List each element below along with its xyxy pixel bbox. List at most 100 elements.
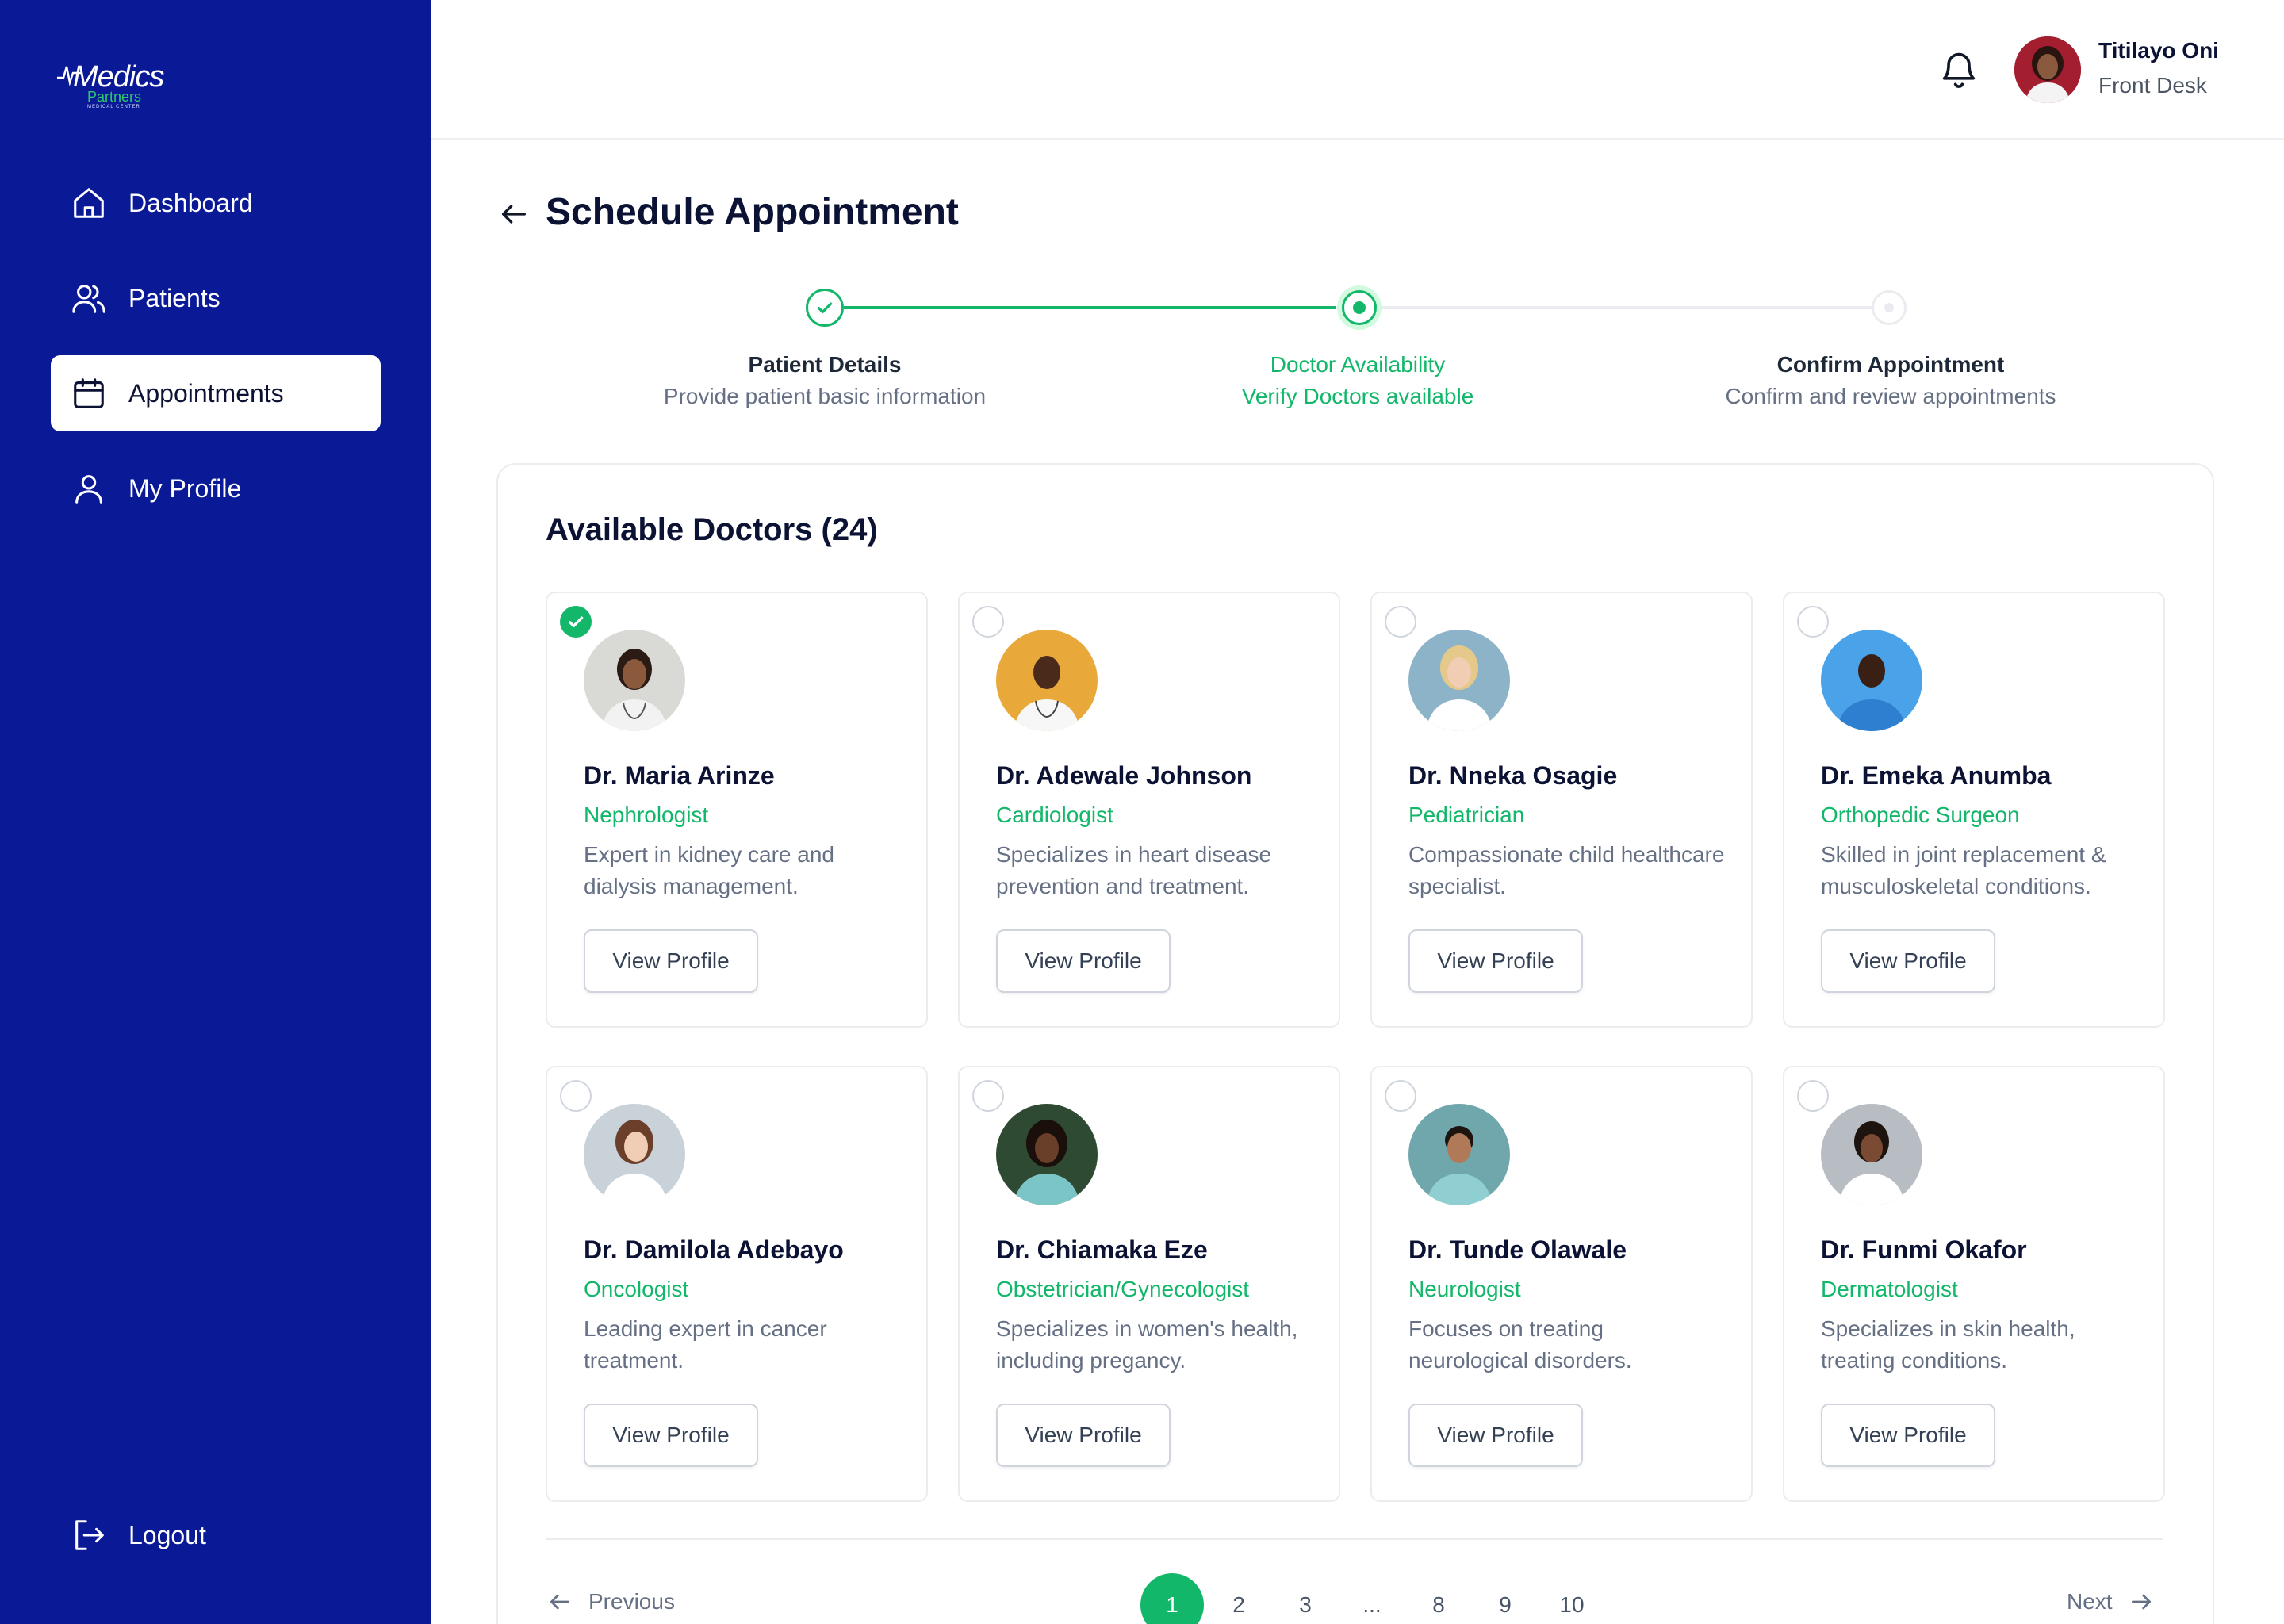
user-avatar[interactable] bbox=[2014, 36, 2081, 103]
view-profile-button[interactable]: View Profile bbox=[996, 929, 1171, 993]
view-profile-button[interactable]: View Profile bbox=[996, 1404, 1171, 1467]
select-radio[interactable] bbox=[972, 1080, 1004, 1112]
sidebar-item-appointments[interactable]: Appointments bbox=[51, 355, 381, 431]
doctor-photo bbox=[1408, 630, 1510, 731]
page-button[interactable]: 8 bbox=[1407, 1573, 1470, 1624]
page-ellipsis: ... bbox=[1362, 1592, 1382, 1617]
sidebar-item-label: My Profile bbox=[128, 473, 242, 503]
brand-tagline: MEDICAL CENTER bbox=[87, 105, 140, 109]
stepper-line-pending bbox=[1377, 306, 1875, 309]
previous-button[interactable]: Previous bbox=[547, 1589, 675, 1614]
page-button[interactable]: 10 bbox=[1540, 1573, 1604, 1624]
doctor-card[interactable]: Dr. Maria Arinze Nephrologist Expert in … bbox=[546, 592, 928, 1028]
sidebar-item-label: Patients bbox=[128, 283, 220, 312]
page-button[interactable]: 9 bbox=[1473, 1573, 1537, 1624]
doctor-photo bbox=[1821, 1104, 1922, 1205]
doctor-specialty: Obstetrician/Gynecologist bbox=[996, 1277, 1250, 1301]
selected-check-icon[interactable] bbox=[560, 606, 592, 638]
logout-button[interactable]: Logout bbox=[51, 1497, 381, 1573]
doctor-photo bbox=[996, 1104, 1098, 1205]
doctor-description: Skilled in joint replacement & musculosk… bbox=[1821, 842, 2106, 898]
doctor-card[interactable]: Dr. Chiamaka Eze Obstetrician/Gynecologi… bbox=[958, 1066, 1340, 1502]
select-radio[interactable] bbox=[560, 1080, 592, 1112]
logout-label: Logout bbox=[128, 1520, 206, 1549]
select-radio[interactable] bbox=[1797, 606, 1829, 638]
brand-sub: Partners bbox=[87, 89, 142, 105]
home-icon bbox=[70, 184, 108, 222]
select-radio[interactable] bbox=[1385, 1080, 1416, 1112]
page-button[interactable]: 1 bbox=[1140, 1573, 1204, 1624]
doctor-name: Dr. Damilola Adebayo bbox=[584, 1235, 844, 1264]
step-3-desc: Confirm and review appointments bbox=[1725, 384, 2056, 408]
next-button[interactable]: Next bbox=[2067, 1589, 2154, 1614]
page-numbers: 1 2 3 ... 8 9 10 bbox=[1140, 1573, 1607, 1624]
doctor-description: Specializes in women's health, including… bbox=[996, 1316, 1298, 1373]
doctor-specialty: Oncologist bbox=[584, 1277, 689, 1301]
doctor-name: Dr. Emeka Anumba bbox=[1821, 761, 2052, 790]
doctor-card[interactable]: Dr. Tunde Olawale Neurologist Focuses on… bbox=[1370, 1066, 1753, 1502]
bell-icon[interactable] bbox=[1938, 48, 1983, 92]
step-1-check-icon bbox=[806, 289, 844, 327]
arrow-right-icon bbox=[2129, 1589, 2154, 1614]
step-1-title: Patient Details bbox=[748, 352, 902, 377]
available-doctors-title: Available Doctors (24) bbox=[546, 512, 878, 547]
view-profile-button[interactable]: View Profile bbox=[584, 1404, 758, 1467]
doctor-photo bbox=[1821, 630, 1922, 731]
step-2-title: Doctor Availability bbox=[1270, 352, 1446, 377]
brand-logo[interactable]: Medics Partners MEDICAL CENTER bbox=[57, 56, 164, 111]
page-button[interactable]: 2 bbox=[1207, 1573, 1270, 1624]
view-profile-button[interactable]: View Profile bbox=[1821, 929, 1995, 993]
doctor-name: Dr. Nneka Osagie bbox=[1408, 761, 1618, 790]
stepper-line-complete bbox=[844, 306, 1336, 309]
doctor-card[interactable]: Dr. Funmi Okafor Dermatologist Specializ… bbox=[1783, 1066, 2165, 1502]
doctor-description: Expert in kidney care and dialysis manag… bbox=[584, 842, 834, 898]
sidebar-item-label: Dashboard bbox=[128, 188, 253, 217]
doctor-card[interactable]: Dr. Damilola Adebayo Oncologist Leading … bbox=[546, 1066, 928, 1502]
sidebar-item-dashboard[interactable]: Dashboard bbox=[51, 165, 381, 241]
calendar-icon bbox=[70, 374, 108, 412]
doctor-photo bbox=[1408, 1104, 1510, 1205]
doctor-photo bbox=[584, 630, 685, 731]
doctor-card[interactable]: Dr. Adewale Johnson Cardiologist Special… bbox=[958, 592, 1340, 1028]
doctor-name: Dr. Maria Arinze bbox=[584, 761, 775, 790]
sidebar-item-patients[interactable]: Patients bbox=[51, 260, 381, 336]
doctor-description: Leading expert in cancer treatment. bbox=[584, 1316, 827, 1373]
doctor-description: Compassionate child healthcare specialis… bbox=[1408, 842, 1725, 898]
doctor-specialty: Pediatrician bbox=[1408, 802, 1525, 827]
users-icon bbox=[70, 279, 108, 317]
step-3-title: Confirm Appointment bbox=[1776, 352, 2005, 377]
doctor-name: Dr. Tunde Olawale bbox=[1408, 1235, 1627, 1264]
previous-label: Previous bbox=[588, 1589, 675, 1614]
top-header: Titilayo Oni Front Desk bbox=[431, 0, 2284, 140]
doctor-specialty: Neurologist bbox=[1408, 1277, 1521, 1301]
back-arrow-icon[interactable] bbox=[498, 198, 533, 233]
doctor-name: Dr. Adewale Johnson bbox=[996, 761, 1252, 790]
view-profile-button[interactable]: View Profile bbox=[584, 929, 758, 993]
select-radio[interactable] bbox=[972, 606, 1004, 638]
select-radio[interactable] bbox=[1797, 1080, 1829, 1112]
doctor-photo bbox=[584, 1104, 685, 1205]
select-radio[interactable] bbox=[1385, 606, 1416, 638]
sidebar: Medics Partners MEDICAL CENTER Dashboard… bbox=[0, 0, 431, 1624]
logout-icon bbox=[70, 1516, 108, 1554]
arrow-left-icon bbox=[547, 1589, 573, 1614]
doctor-description: Focuses on treating neurological disorde… bbox=[1408, 1316, 1632, 1373]
doctor-description: Specializes in heart disease prevention … bbox=[996, 842, 1272, 898]
page-button[interactable]: 3 bbox=[1274, 1573, 1337, 1624]
pagination-divider bbox=[546, 1538, 2163, 1540]
user-role: Front Desk bbox=[2098, 73, 2207, 98]
view-profile-button[interactable]: View Profile bbox=[1408, 929, 1583, 993]
doctor-specialty: Dermatologist bbox=[1821, 1277, 1958, 1301]
doctor-description: Specializes in skin health, treating con… bbox=[1821, 1316, 2075, 1373]
view-profile-button[interactable]: View Profile bbox=[1821, 1404, 1995, 1467]
step-1-desc: Provide patient basic information bbox=[663, 384, 987, 408]
step-2-desc: Verify Doctors available bbox=[1241, 384, 1474, 408]
doctor-card[interactable]: Dr. Nneka Osagie Pediatrician Compassion… bbox=[1370, 592, 1753, 1028]
doctor-photo bbox=[996, 630, 1098, 731]
view-profile-button[interactable]: View Profile bbox=[1408, 1404, 1583, 1467]
doctor-card[interactable]: Dr. Emeka Anumba Orthopedic Surgeon Skil… bbox=[1783, 592, 2165, 1028]
next-label: Next bbox=[2067, 1589, 2113, 1614]
page-title: Schedule Appointment bbox=[546, 191, 959, 233]
sidebar-item-my-profile[interactable]: My Profile bbox=[51, 450, 381, 527]
doctor-specialty: Cardiologist bbox=[996, 802, 1113, 827]
